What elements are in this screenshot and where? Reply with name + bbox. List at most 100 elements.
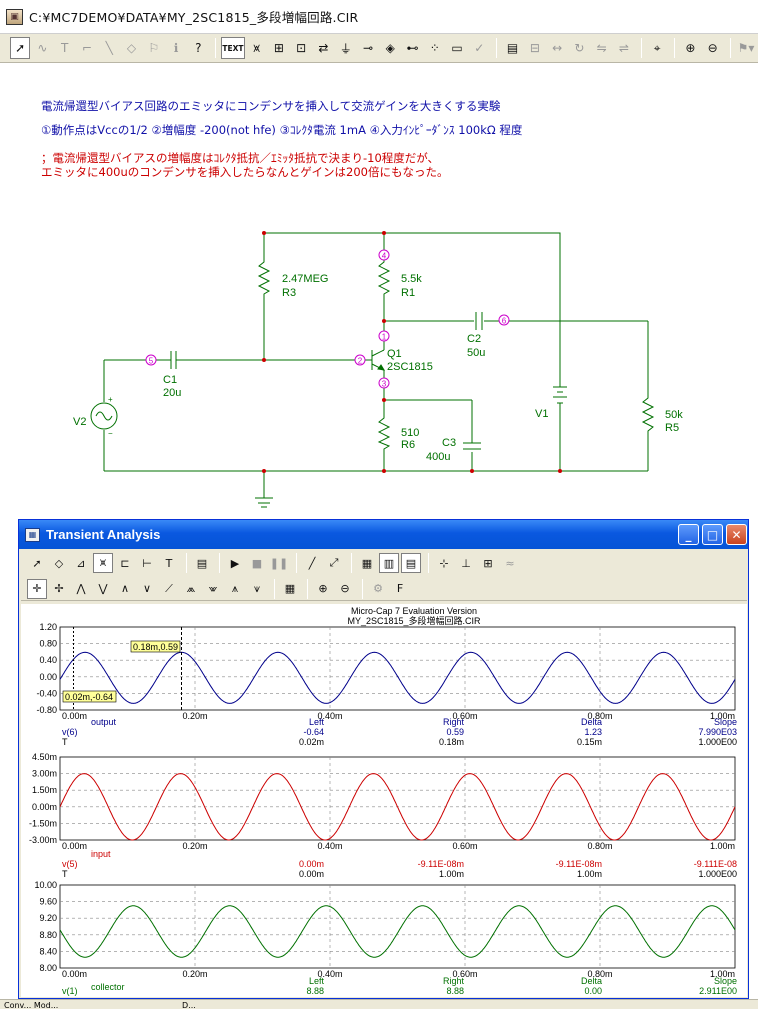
svg-text:3: 3 <box>382 380 387 389</box>
p2-row1-slope: -9.111E-08 <box>694 859 737 869</box>
y-tick-label: 9.20 <box>39 913 57 923</box>
bottom-icon[interactable]: ⩛ <box>247 579 267 599</box>
global-low-icon[interactable]: ⩖ <box>203 579 223 599</box>
zoom-in-icon[interactable]: ⊕ <box>313 579 333 599</box>
scale-icon[interactable]: ⊿ <box>71 553 91 573</box>
ground-icon <box>255 497 273 508</box>
y-tick-label: -0.80 <box>36 705 57 715</box>
p1-header-delta: Delta <box>581 717 602 727</box>
minimize-button[interactable]: _ <box>678 524 699 545</box>
c2-name: C2 <box>467 333 481 345</box>
peak-find-icon[interactable]: ⋀ <box>71 579 91 599</box>
top-icon[interactable]: ⩚ <box>225 579 245 599</box>
slope-icon[interactable]: ⊹ <box>434 553 454 573</box>
x-tick-label: 1.00m <box>710 841 735 851</box>
q1-transistor-icon <box>371 349 385 371</box>
toolbar-separator <box>351 553 352 573</box>
p1-header-slope: Slope <box>714 717 737 727</box>
point-line-icon[interactable]: ⤢ <box>324 553 344 573</box>
select-arrow-icon[interactable]: ➚ <box>27 553 47 573</box>
transient-analysis-window[interactable]: ▦ Transient Analysis _ □ ✕ ➚ ◇ ⊿ ⩙ ⊏ ⊢ T… <box>18 519 749 999</box>
v1-battery-icon <box>553 386 567 410</box>
r3-resistor-icon <box>257 258 271 298</box>
p2-row1-delta: -9.11E-08m <box>556 859 602 869</box>
transient-analysis-titlebar[interactable]: ▦ Transient Analysis _ □ ✕ <box>19 520 748 549</box>
p3-header-right: Right <box>443 976 465 986</box>
p1-header-right: Right <box>443 717 465 727</box>
run-icon[interactable]: ▶ <box>225 553 245 573</box>
v2-name: V2 <box>73 416 86 428</box>
p3-header-slope: Slope <box>714 976 737 986</box>
c3-capacitor-icon <box>463 442 481 450</box>
panel3-grid <box>59 884 736 969</box>
stop-icon[interactable]: ■ <box>247 553 267 573</box>
properties-icon[interactable]: ▤ <box>192 553 212 573</box>
p1-row1-name: v(6) <box>62 727 78 737</box>
cursor-right-tag: 0.18m,0.59 <box>133 642 178 652</box>
r5-value: 50k <box>665 409 683 421</box>
svg-text:2: 2 <box>358 357 363 366</box>
p1-row1-delta: 1.23 <box>584 727 602 737</box>
gear-icon[interactable]: ⚙ <box>368 579 388 599</box>
panel2-trace-label: input <box>91 849 111 859</box>
status-right: D... <box>182 1001 196 1009</box>
y-tick-label: -1.50m <box>29 818 57 828</box>
toolbar-separator <box>296 553 297 573</box>
point-tag-icon[interactable]: ⊢ <box>137 553 157 573</box>
table-icon[interactable]: ▦ <box>280 579 300 599</box>
high-icon[interactable]: ∧ <box>115 579 135 599</box>
p2-row1-right: -9.11E-08m <box>418 859 464 869</box>
c1-name: C1 <box>163 374 177 386</box>
token-icon[interactable]: ▤ <box>401 553 421 573</box>
toolbar-separator <box>307 578 308 599</box>
next-point-icon[interactable]: ⊞ <box>478 553 498 573</box>
y-tick-label: 8.80 <box>39 930 57 940</box>
cursor-mode-icon[interactable]: ⩙ <box>93 553 113 573</box>
p2-row2-delta: 1.00m <box>577 869 602 879</box>
cursor-cross-icon[interactable]: ✛ <box>27 578 47 599</box>
node-marker-2: 2 <box>354 354 366 366</box>
y-tick-label: 0.00 <box>39 672 57 682</box>
p2-row2-slope: 1.000E00 <box>698 869 737 879</box>
grid-icon[interactable]: ▦ <box>357 553 377 573</box>
maximize-button[interactable]: □ <box>702 524 723 545</box>
r3-name: R3 <box>282 287 296 299</box>
tag-icon[interactable]: ⊏ <box>115 553 135 573</box>
line-icon[interactable]: ╱ <box>302 553 322 573</box>
peak-icon[interactable]: ⊥ <box>456 553 476 573</box>
low-icon[interactable]: ∨ <box>137 579 157 599</box>
valley-find-icon[interactable]: ⋁ <box>93 579 113 599</box>
cross-move-icon[interactable]: ✢ <box>49 579 69 599</box>
node-marker-4: 4 <box>378 249 390 261</box>
plot-header-1: Micro-Cap 7 Evaluation Version <box>351 606 477 616</box>
minor-grid-icon[interactable]: ▥ <box>379 553 399 573</box>
transient-analysis-title: Transient Analysis <box>46 527 161 542</box>
svg-text:6: 6 <box>502 317 507 326</box>
toolbar-separator <box>428 553 429 573</box>
p3-header-delta: Delta <box>581 976 602 986</box>
pause-icon[interactable]: ❚❚ <box>269 553 289 573</box>
y-tick-label: 0.40 <box>39 655 57 665</box>
wave-icon[interactable]: ≈ <box>500 553 520 573</box>
inflection-icon[interactable]: ⟋ <box>159 579 179 599</box>
close-button[interactable]: ✕ <box>726 524 747 545</box>
panel2-x-ticks: 0.00m 0.20m 0.40m 0.60m 0.80m 1.00m <box>62 841 735 851</box>
plot-svg: Micro-Cap 7 Evaluation Version MY_2SC181… <box>29 606 737 996</box>
schematic-canvas[interactable]: + − 4 1 2 3 5 6 2.47MEG R3 5.5k R1 C2 50… <box>0 0 758 515</box>
shapes-icon[interactable]: ◇ <box>49 553 69 573</box>
x-tick-label: 0.20m <box>182 841 207 851</box>
r1-name: R1 <box>401 287 415 299</box>
zoom-out-icon[interactable]: ⊖ <box>335 579 355 599</box>
font-icon[interactable]: F <box>390 579 410 599</box>
panel-frame <box>59 884 736 969</box>
global-high-icon[interactable]: ⩕ <box>181 579 201 599</box>
node-marker-3: 3 <box>378 377 390 389</box>
p3-row1-right: 8.88 <box>446 986 464 996</box>
y-tick-label: 3.00m <box>32 769 57 779</box>
x-tick-label: 0.00m <box>62 841 87 851</box>
analysis-toolbar-2: ✛ ✢ ⋀ ⋁ ∧ ∨ ⟋ ⩕ ⩖ ⩚ ⩛ ▦ ⊕ ⊖ ⚙ F <box>21 577 747 601</box>
y-tick-label: 8.00 <box>39 963 57 973</box>
text-tool-icon[interactable]: T <box>159 553 179 573</box>
plot-area[interactable]: Micro-Cap 7 Evaluation Version MY_2SC181… <box>21 604 747 997</box>
r6-value: 510 <box>401 427 419 439</box>
